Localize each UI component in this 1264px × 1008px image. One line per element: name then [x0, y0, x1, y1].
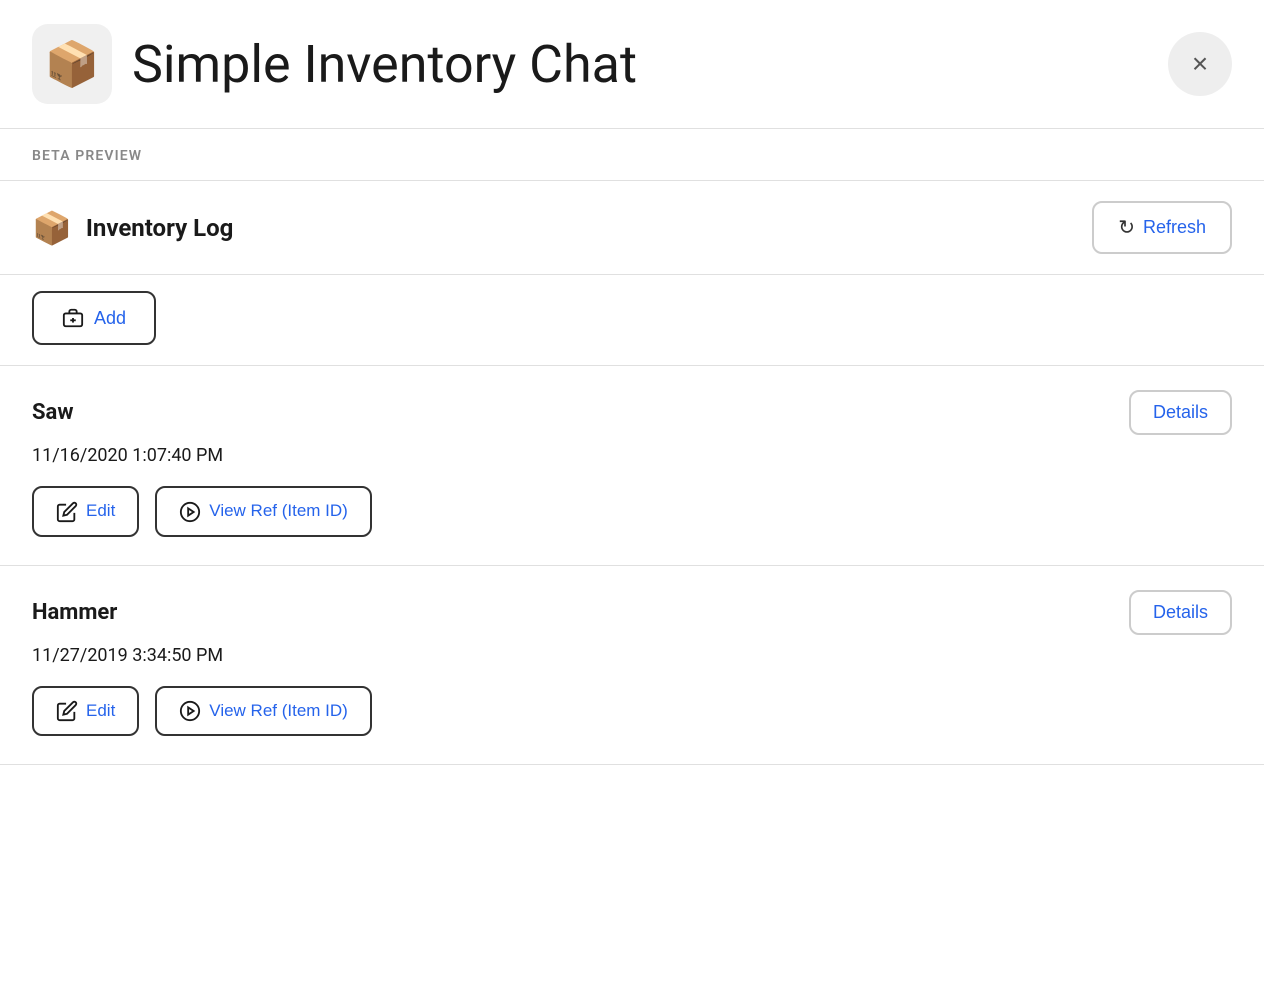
item-saw-edit-label: Edit [86, 501, 115, 521]
item-hammer: Hammer Details 11/27/2019 3:34:50 PM Edi… [0, 565, 1264, 764]
item-hammer-details-label: Details [1153, 602, 1208, 623]
item-saw-details-label: Details [1153, 402, 1208, 423]
item-saw-actions: Edit View Ref (Item ID) [32, 486, 1232, 536]
item-saw-view-ref-button[interactable]: View Ref (Item ID) [155, 486, 372, 536]
item-hammer-date: 11/27/2019 3:34:50 PM [32, 645, 1232, 666]
refresh-label: Refresh [1143, 217, 1206, 238]
app-title: Simple Inventory Chat [132, 34, 637, 95]
close-icon: × [1192, 48, 1208, 80]
app-icon: 📦 [32, 24, 112, 104]
item-saw-details-button[interactable]: Details [1129, 390, 1232, 435]
item-saw: Saw Details 11/16/2020 1:07:40 PM Edit V… [0, 365, 1264, 564]
add-button[interactable]: Add [32, 291, 156, 345]
inventory-header-left: 📦 Inventory Log [32, 209, 233, 247]
inventory-header: 📦 Inventory Log ↻ Refresh [0, 181, 1264, 274]
item-hammer-actions: Edit View Ref (Item ID) [32, 686, 1232, 736]
item-saw-view-ref-label: View Ref (Item ID) [209, 501, 348, 521]
edit-icon [56, 500, 78, 522]
beta-label: BETA PREVIEW [32, 148, 142, 164]
item-saw-date: 11/16/2020 1:07:40 PM [32, 445, 1232, 466]
close-button[interactable]: × [1168, 32, 1232, 96]
item-hammer-details-button[interactable]: Details [1129, 590, 1232, 635]
item-hammer-header: Hammer Details [32, 590, 1232, 635]
refresh-icon: ↻ [1118, 215, 1135, 240]
beta-section: BETA PREVIEW [0, 129, 1264, 180]
item-hammer-edit-label: Edit [86, 701, 115, 721]
inventory-icon: 📦 [32, 209, 72, 247]
add-label: Add [94, 308, 126, 329]
refresh-button[interactable]: ↻ Refresh [1092, 201, 1232, 254]
item-hammer-view-ref-label: View Ref (Item ID) [209, 701, 348, 721]
item-hammer-edit-button[interactable]: Edit [32, 686, 139, 736]
item-hammer-view-ref-button[interactable]: View Ref (Item ID) [155, 686, 372, 736]
item-saw-name: Saw [32, 400, 73, 425]
view-ref-icon [179, 500, 201, 522]
header-left: 📦 Simple Inventory Chat [32, 24, 637, 104]
item-saw-edit-button[interactable]: Edit [32, 486, 139, 536]
view-ref-icon-2 [179, 700, 201, 722]
edit-icon-2 [56, 700, 78, 722]
add-section: Add [0, 275, 1264, 365]
bottom-divider [0, 764, 1264, 765]
app-header: 📦 Simple Inventory Chat × [0, 0, 1264, 128]
add-inventory-icon [62, 307, 84, 329]
item-saw-header: Saw Details [32, 390, 1232, 435]
item-hammer-name: Hammer [32, 600, 117, 625]
inventory-title: Inventory Log [86, 214, 234, 242]
